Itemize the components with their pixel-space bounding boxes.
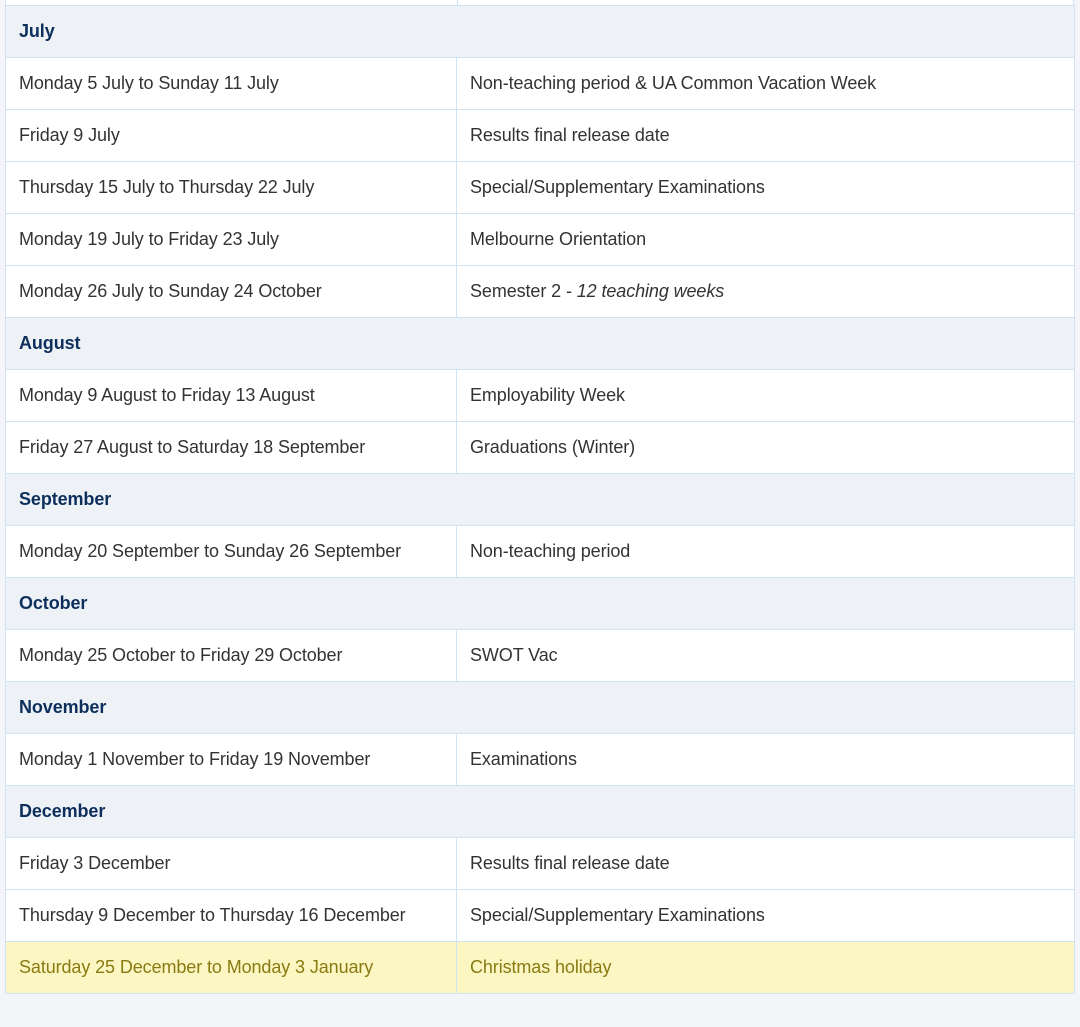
month-header-row: July	[5, 5, 1075, 58]
date-cell: Monday 5 July to Sunday 11 July	[5, 57, 457, 110]
event-cell: Melbourne Orientation	[456, 213, 1075, 266]
event-label: Christmas holiday	[470, 957, 612, 977]
event-cell: Christmas holiday	[456, 941, 1075, 994]
table-row: Thursday 15 July to Thursday 22 July Spec…	[5, 161, 1075, 214]
table-row: Monday 19 July to Friday 23 July Melbourn…	[5, 213, 1075, 266]
event-label: Results final release date	[470, 125, 670, 145]
highlighted-table-row: Saturday 25 December to Monday 3 January…	[5, 941, 1075, 994]
date-cell: Thursday 9 December to Thursday 16 Decem…	[5, 889, 457, 942]
table-row: Thursday 9 December to Thursday 16 Decem…	[5, 889, 1075, 942]
date-cell: Monday 9 August to Friday 13 August	[5, 369, 457, 422]
table-row: Monday 20 September to Sunday 26 Septemb…	[5, 525, 1075, 578]
event-cell: Special/Supplementary Examinations	[456, 889, 1075, 942]
table-row: Monday 26 July to Sunday 24 October Semes…	[5, 265, 1075, 318]
month-header-row: December	[5, 785, 1075, 838]
event-label: Semester 2 -	[470, 281, 577, 301]
event-note: 12 teaching weeks	[576, 281, 725, 301]
event-cell: Non-teaching period	[456, 525, 1075, 578]
table-row: Monday 9 August to Friday 13 August Emplo…	[5, 369, 1075, 422]
event-cell: Employability Week	[456, 369, 1075, 422]
month-header-row: November	[5, 681, 1075, 734]
date-cell: Monday 1 November to Friday 19 November	[5, 733, 457, 786]
event-label: Graduations (Winter)	[470, 437, 636, 457]
event-label: Employability Week	[470, 385, 625, 405]
event-cell: Examinations	[456, 733, 1075, 786]
month-header-row: October	[5, 577, 1075, 630]
event-label: Results final release date	[470, 853, 670, 873]
month-header: November	[5, 681, 1075, 734]
event-label: SWOT Vac	[470, 645, 558, 665]
month-header-row: August	[5, 317, 1075, 370]
table-row: Monday 25 October to Friday 29 October SW…	[5, 629, 1075, 682]
event-cell: Results final release date	[456, 837, 1075, 890]
event-cell: Non-teaching period & UA Common Vacation…	[456, 57, 1075, 110]
event-label: Non-teaching period	[470, 541, 631, 561]
event-label: Special/Supplementary Examinations	[470, 905, 765, 925]
month-header: July	[5, 5, 1075, 58]
event-label: Special/Supplementary Examinations	[470, 177, 765, 197]
event-cell: Semester 2 - 12 teaching weeks	[456, 265, 1075, 318]
table-row: Friday 3 December Results final release d…	[5, 837, 1075, 890]
table-row: Friday 9 July Results final release date	[5, 109, 1075, 162]
academic-calendar-table: July Monday 5 July to Sunday 11 July Non-t…	[5, 5, 1075, 994]
month-header: December	[5, 785, 1075, 838]
event-label: Examinations	[470, 749, 577, 769]
event-label: Non-teaching period & UA Common Vacation…	[470, 73, 877, 93]
event-cell: SWOT Vac	[456, 629, 1075, 682]
table-row: Friday 27 August to Saturday 18 Septembe…	[5, 421, 1075, 474]
date-cell: Monday 20 September to Sunday 26 Septemb…	[5, 525, 457, 578]
column-divider	[457, 0, 458, 5]
event-cell: Results final release date	[456, 109, 1075, 162]
event-cell: Special/Supplementary Examinations	[456, 161, 1075, 214]
date-cell: Monday 26 July to Sunday 24 October	[5, 265, 457, 318]
date-cell: Saturday 25 December to Monday 3 January	[5, 941, 457, 994]
month-header: September	[5, 473, 1075, 526]
date-cell: Monday 25 October to Friday 29 October	[5, 629, 457, 682]
event-cell: Graduations (Winter)	[456, 421, 1075, 474]
date-cell: Monday 19 July to Friday 23 July	[5, 213, 457, 266]
month-header: October	[5, 577, 1075, 630]
event-label: Melbourne Orientation	[470, 229, 647, 249]
calendar-body: July Monday 5 July to Sunday 11 July Non-t…	[5, 5, 1075, 994]
month-header-row: September	[5, 473, 1075, 526]
table-row: Monday 1 November to Friday 19 November E…	[5, 733, 1075, 786]
calendar-container: July Monday 5 July to Sunday 11 July Non-t…	[5, 0, 1075, 994]
date-cell: Friday 27 August to Saturday 18 Septembe…	[5, 421, 457, 474]
month-header: August	[5, 317, 1075, 370]
date-cell: Friday 3 December	[5, 837, 457, 890]
date-cell: Friday 9 July	[5, 109, 457, 162]
date-cell: Thursday 15 July to Thursday 22 July	[5, 161, 457, 214]
previous-row-stub	[5, 0, 1074, 5]
table-row: Monday 5 July to Sunday 11 July Non-teach…	[5, 57, 1075, 110]
